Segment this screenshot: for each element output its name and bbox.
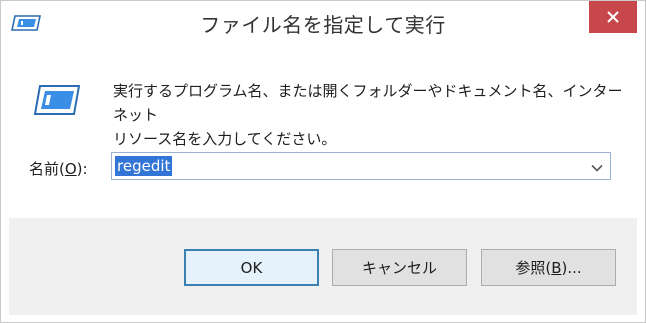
content-area: 実行するプログラム名、または開くフォルダーやドキュメント名、インターネット リソ…: [9, 45, 637, 218]
dialog-client: 実行するプログラム名、または開くフォルダーやドキュメント名、インターネット リソ…: [9, 45, 637, 315]
dropdown-button[interactable]: [586, 155, 608, 177]
open-input[interactable]: regedit: [115, 156, 173, 176]
open-combobox[interactable]: regedit: [111, 152, 611, 180]
description-line-2: リソース名を入力してください。: [113, 130, 337, 148]
open-label-prefix: 名前(: [29, 160, 65, 178]
button-bar: OK キャンセル 参照(B)...: [9, 218, 637, 315]
description-line-1: 実行するプログラム名、または開くフォルダーやドキュメント名、インターネット: [113, 82, 623, 124]
title-bar[interactable]: ファイル名を指定して実行: [1, 1, 645, 45]
cancel-button-label: キャンセル: [361, 259, 437, 277]
open-label-mnemonic: O: [64, 160, 77, 178]
browse-label-prefix: 参照(: [515, 259, 552, 277]
open-label-suffix: ):: [76, 160, 88, 178]
browse-label-suffix: )...: [561, 258, 582, 277]
browse-label-mnemonic: B: [551, 258, 562, 277]
browse-button[interactable]: 参照(B)...: [481, 249, 616, 286]
open-label: 名前(O):: [29, 158, 88, 179]
cancel-button[interactable]: キャンセル: [332, 249, 467, 286]
window-title: ファイル名を指定して実行: [200, 13, 446, 37]
run-dialog: ファイル名を指定して実行 実行するプログラム名、または開くフォルダーやドキュメン…: [0, 0, 646, 323]
close-button[interactable]: [589, 1, 637, 33]
ok-button[interactable]: OK: [184, 249, 319, 286]
chevron-down-icon: [591, 157, 603, 176]
description-text: 実行するプログラム名、または開くフォルダーやドキュメント名、インターネット リソ…: [113, 79, 628, 151]
ok-button-label: OK: [240, 258, 263, 277]
run-icon: [33, 84, 81, 116]
close-icon: [606, 10, 620, 24]
